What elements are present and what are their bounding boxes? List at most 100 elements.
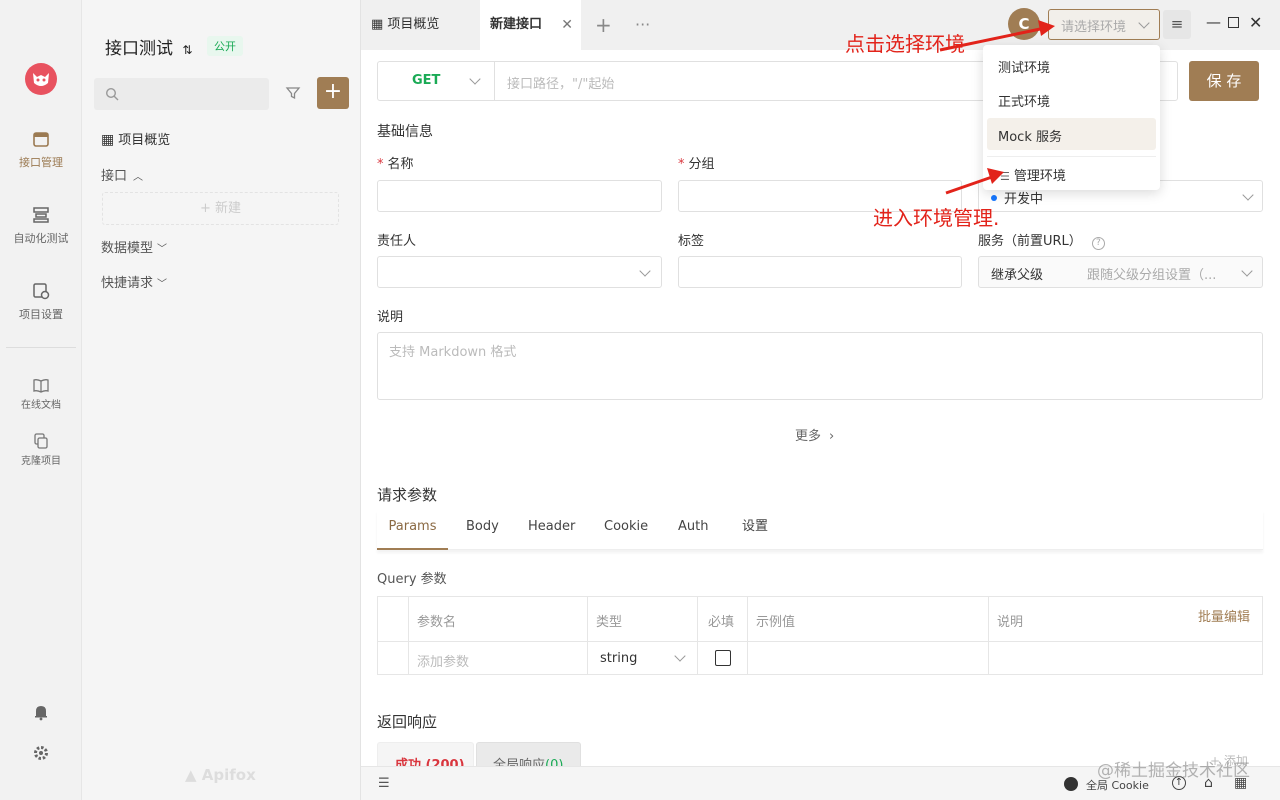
tree-item-overview[interactable]: ▦ 项目概览 — [101, 129, 170, 148]
window-close-button[interactable]: ✕ — [1249, 13, 1262, 32]
table-cell — [378, 597, 409, 642]
tag-input[interactable] — [678, 256, 962, 288]
close-icon[interactable]: ✕ — [561, 0, 573, 50]
rail-label: 自动化测试 — [13, 232, 69, 245]
sort-arrows-icon: ⇅ — [182, 43, 193, 57]
chevron-down-icon: ﹀ — [157, 279, 168, 290]
left-rail: 接口管理 自动化测试 项目设置 在线文档 克隆项目 — [0, 0, 82, 800]
rail-label: 克隆项目 — [21, 456, 61, 467]
name-label: * 名称 — [377, 153, 414, 172]
rail-item-automation[interactable]: 自动化测试 — [0, 206, 82, 246]
tab-cookie[interactable]: Cookie — [604, 510, 648, 544]
project-settings-icon — [32, 282, 50, 300]
help-icon[interactable]: ? — [1091, 237, 1105, 250]
rail-label: 在线文档 — [21, 400, 61, 411]
rail-item-clone[interactable]: 克隆项目 — [0, 432, 82, 467]
desc-label: 说明 — [377, 310, 404, 325]
group-label: * 分组 — [678, 153, 715, 172]
tab-auth[interactable]: Auth — [678, 510, 708, 544]
desc-placeholder: 支持 Markdown 格式 — [389, 345, 517, 360]
brand-watermark: ▲ Apifox — [185, 766, 256, 784]
annotation-manage-env: 进入环境管理. — [873, 206, 1000, 230]
required-checkbox[interactable] — [715, 650, 731, 666]
column-header: 示例值 — [748, 597, 989, 642]
plus-icon: + — [199, 201, 215, 216]
service-select[interactable]: 继承父级 跟随父级分组设置（... — [978, 256, 1263, 288]
watermark: @稀土掘金技术社区 — [1097, 761, 1250, 781]
chevron-down-icon — [1241, 265, 1253, 277]
window-maximize-button[interactable] — [1228, 17, 1239, 28]
brand-icon: ▲ — [185, 766, 202, 784]
table-cell — [378, 642, 409, 674]
chevron-down-icon — [639, 265, 651, 277]
section-title-response: 返回响应 — [377, 713, 438, 731]
tree-new-button[interactable]: + 新建 — [102, 192, 339, 225]
example-input[interactable] — [748, 642, 989, 674]
tab-settings[interactable]: 设置 — [742, 510, 768, 544]
chevron-down-icon — [469, 73, 481, 85]
tab-params[interactable]: Params — [377, 510, 448, 550]
rail-item-api-manage[interactable]: 接口管理 — [0, 130, 82, 170]
param-type-value: string — [600, 651, 638, 666]
response-tab-success[interactable]: 成功 (200) — [377, 742, 474, 766]
response-tab-global[interactable]: 全局响应(0) — [476, 742, 581, 766]
tab-label: 新建接口 — [490, 17, 543, 32]
chevron-right-icon: › — [829, 429, 835, 444]
chevron-down-icon — [1138, 17, 1150, 29]
table-header-row: 参数名 类型 必填 示例值 说明 批量编辑 — [378, 597, 1262, 642]
name-input[interactable] — [377, 180, 662, 212]
tab-new-api[interactable]: 新建接口 ✕ — [480, 0, 581, 50]
column-header: 说明 批量编辑 — [989, 597, 1262, 642]
save-button[interactable]: 保 存 — [1189, 61, 1259, 101]
tree-group-data-models[interactable]: 数据模型 ﹀ — [101, 237, 167, 256]
annotation-select-env: 点击选择环境 — [845, 32, 965, 56]
app-logo — [25, 63, 57, 95]
bell-icon[interactable] — [32, 703, 50, 721]
tree-search-input[interactable] — [94, 78, 269, 110]
rail-item-docs[interactable]: 在线文档 — [0, 376, 82, 411]
chevron-down-icon — [1242, 189, 1254, 201]
required-mark: * — [377, 157, 384, 172]
tab-overview[interactable]: ▦ 项目概览 — [361, 0, 479, 50]
plus-icon[interactable]: + — [595, 0, 612, 50]
desc-textarea[interactable]: 支持 Markdown 格式 — [377, 332, 1263, 400]
window-minimize-button[interactable]: — — [1206, 13, 1221, 31]
chevron-down-icon — [674, 650, 686, 662]
new-label: 新建 — [215, 201, 242, 216]
param-type-select[interactable]: string — [588, 642, 698, 674]
path-placeholder: 接口路径，"/"起始 — [507, 77, 615, 92]
gear-icon[interactable] — [32, 744, 50, 762]
tree-group-quick-request[interactable]: 快捷请求 ﹀ — [101, 272, 167, 291]
tree-group-label: 数据模型 — [101, 241, 154, 256]
tree-group-label: 接口 — [101, 169, 128, 184]
required-mark: * — [678, 157, 685, 172]
more-toggle[interactable]: 更多 › — [795, 425, 834, 444]
tree-group-api[interactable]: 接口 ︿ — [101, 165, 143, 184]
required-cell — [698, 642, 748, 674]
hamburger-menu-button[interactable]: ≡ — [1163, 10, 1191, 39]
project-switcher[interactable]: 接口测试 ⇅ — [105, 34, 192, 59]
search-icon — [105, 87, 119, 101]
column-header: 必填 — [698, 597, 748, 642]
chevron-up-icon: ︿ — [133, 172, 144, 183]
service-value: 继承父级 — [991, 268, 1044, 283]
param-desc-input[interactable] — [989, 642, 1262, 674]
tab-header[interactable]: Header — [528, 510, 575, 544]
section-title-params: 请求参数 — [377, 486, 438, 504]
tree-group-label: 快捷请求 — [101, 276, 154, 291]
tab-body[interactable]: Body — [466, 510, 499, 544]
automation-icon — [32, 206, 50, 224]
param-name-input[interactable]: 添加参数 — [409, 642, 588, 674]
bulk-edit-link[interactable]: 批量编辑 — [1198, 606, 1250, 625]
more-icon[interactable]: ··· — [635, 0, 650, 50]
collapse-icon[interactable]: ☰ — [378, 776, 390, 791]
owner-select[interactable] — [377, 256, 662, 288]
add-button[interactable]: + — [317, 77, 349, 109]
rail-item-project-settings[interactable]: 项目设置 — [0, 282, 82, 322]
filter-icon[interactable] — [285, 85, 301, 101]
cookie-icon — [1064, 777, 1078, 791]
env-select-placeholder: 请选择环境 — [1061, 20, 1127, 35]
method-select[interactable]: GET — [377, 61, 495, 101]
tab-label: 项目概览 — [387, 17, 440, 32]
brand-label: Apifox — [201, 766, 256, 784]
